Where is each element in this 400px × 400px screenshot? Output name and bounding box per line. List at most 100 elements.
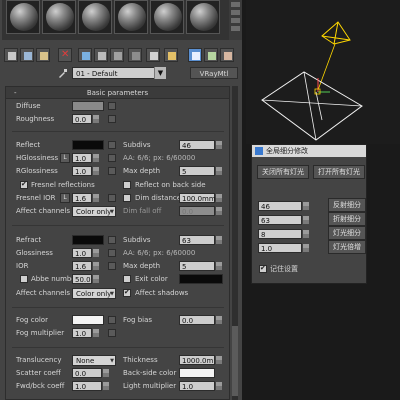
go-sibling-button[interactable]: [220, 48, 234, 62]
affect-shadows-label: Affect shadows: [135, 289, 189, 297]
rglossiness-spinner[interactable]: 1.0: [72, 166, 99, 176]
sample-slot-4[interactable]: [114, 0, 148, 34]
abbe-number-spinner[interactable]: 50.0: [72, 274, 99, 284]
close-all-lights-button[interactable]: 关闭所有灯光: [257, 165, 309, 179]
dim-distance-spinner[interactable]: 100.0mm: [179, 193, 222, 203]
perspective-viewport[interactable]: [246, 0, 400, 144]
abbe-number-checkbox[interactable]: [20, 275, 28, 283]
dim-falloff-label: Dim fall off: [123, 207, 162, 215]
delete-icon: ✕: [61, 49, 70, 60]
reflect-max-depth-spinner[interactable]: 5: [179, 166, 222, 176]
rollout-scrollbar[interactable]: [232, 86, 238, 400]
assign-material-button[interactable]: [36, 48, 50, 62]
get-material-button[interactable]: [4, 48, 18, 62]
lock-glossiness-button[interactable]: L: [60, 153, 70, 163]
refract-subdivs-spinner[interactable]: 63: [179, 235, 222, 245]
make-unique-button[interactable]: [94, 48, 108, 62]
show-map-button[interactable]: [188, 48, 202, 62]
affect-shadows-checkbox[interactable]: [123, 288, 131, 297]
back-side-color-swatch[interactable]: [179, 368, 215, 378]
fog-multiplier-spinner[interactable]: 1.0: [72, 328, 99, 338]
roughness-map-button[interactable]: [108, 115, 116, 123]
diffuse-map-button[interactable]: [108, 102, 116, 110]
scrollbar-thumb[interactable]: [232, 326, 238, 396]
refract-subdiv-button[interactable]: 折射细分: [328, 212, 366, 226]
sample-slot-6[interactable]: [186, 0, 220, 34]
plane-light-wireframe[interactable]: [261, 71, 363, 141]
material-type-button[interactable]: VRayMtl: [190, 67, 238, 79]
open-all-lights-button[interactable]: 打开所有灯光: [313, 165, 365, 179]
rollout-header[interactable]: Basic parameters -: [6, 87, 229, 99]
refract-glossiness-spinner[interactable]: 1.0: [72, 248, 99, 258]
hglossiness-map-button[interactable]: [108, 154, 116, 162]
reflect-map-button[interactable]: [108, 141, 116, 149]
lock-ior-button[interactable]: L: [60, 193, 70, 203]
put-to-library-button[interactable]: [110, 48, 124, 62]
unique-icon: [98, 52, 106, 60]
light-multiplier-spinner[interactable]: 1.0: [179, 381, 222, 391]
refract-map-button[interactable]: [108, 236, 116, 244]
reflect-color-swatch[interactable]: [72, 140, 104, 150]
material-id-icon: [132, 52, 140, 60]
material-name-field[interactable]: 01 - Default: [72, 67, 166, 79]
go-parent-button[interactable]: [204, 48, 218, 62]
exit-color-swatch[interactable]: [179, 274, 223, 284]
go-parent-icon: [208, 52, 216, 60]
fresnel-reflections-label: Fresnel reflections: [31, 181, 95, 189]
fog-color-swatch[interactable]: [72, 315, 104, 325]
light-multiplier-spinner[interactable]: 1.0: [258, 243, 309, 253]
reflect-subdivs-spinner[interactable]: 46: [179, 140, 222, 150]
sample-slot-1[interactable]: [6, 0, 40, 34]
refract-glossiness-map-button[interactable]: [108, 249, 116, 257]
roughness-spinner[interactable]: 0.0: [72, 114, 99, 124]
exit-color-checkbox[interactable]: [123, 275, 131, 283]
dim-falloff-spinner[interactable]: 0.0: [179, 206, 222, 216]
reflect-back-side-checkbox[interactable]: [123, 181, 131, 189]
material-id-button[interactable]: [128, 48, 142, 62]
reflect-affect-channels-dropdown[interactable]: Color only: [72, 206, 116, 217]
light-subdiv-button[interactable]: 灯光细分: [328, 226, 366, 240]
fog-color-map-button[interactable]: [108, 316, 116, 324]
light-multiplier-button[interactable]: 灯光倍增: [328, 240, 366, 254]
fresnel-ior-map-button[interactable]: [108, 194, 116, 202]
material-name-dropdown-arrow[interactable]: ▼: [154, 67, 166, 79]
remember-settings-checkbox[interactable]: [259, 264, 267, 273]
fresnel-reflections-checkbox[interactable]: [20, 180, 28, 189]
sample-slot-2[interactable]: [42, 0, 76, 34]
scatter-coeff-spinner[interactable]: 0.0: [72, 368, 109, 378]
translucency-dropdown[interactable]: None: [72, 355, 116, 366]
show-end-result-button[interactable]: [164, 48, 178, 62]
ior-map-button[interactable]: [108, 262, 116, 270]
dim-distance-checkbox[interactable]: [123, 194, 131, 202]
side-tool-button[interactable]: [231, 10, 240, 15]
side-tool-button[interactable]: [231, 26, 240, 31]
reset-map-button[interactable]: ✕: [58, 48, 72, 62]
light-target-icon[interactable]: [321, 21, 351, 45]
fog-bias-spinner[interactable]: 0.0: [179, 315, 222, 325]
fwd-bck-coeff-spinner[interactable]: 1.0: [72, 381, 109, 391]
refract-subdiv-spinner[interactable]: 63: [258, 215, 309, 225]
copy-material-button[interactable]: [78, 48, 92, 62]
side-tool-button[interactable]: [231, 2, 240, 7]
reflect-subdiv-button[interactable]: 反射细分: [328, 198, 366, 212]
ior-spinner[interactable]: 1.6: [72, 261, 99, 271]
hglossiness-spinner[interactable]: 1.0: [72, 153, 99, 163]
put-to-scene-button[interactable]: [20, 48, 34, 62]
eyedropper-icon[interactable]: [58, 68, 68, 78]
diffuse-color-swatch[interactable]: [72, 101, 104, 111]
sample-slot-3[interactable]: [78, 0, 112, 34]
refract-affect-channels-dropdown[interactable]: Color only: [72, 288, 116, 299]
fog-multiplier-map-button[interactable]: [108, 329, 116, 337]
refract-max-depth-spinner[interactable]: 5: [179, 261, 222, 271]
light-subdiv-spinner[interactable]: 8: [258, 229, 309, 239]
rglossiness-map-button[interactable]: [108, 167, 116, 175]
sample-sphere-icon: [82, 3, 110, 31]
show-shaded-button[interactable]: [146, 48, 160, 62]
refract-color-swatch[interactable]: [72, 235, 104, 245]
sample-slot-5[interactable]: [150, 0, 184, 34]
side-tool-button[interactable]: [231, 18, 240, 23]
reflect-subdiv-spinner[interactable]: 46: [258, 201, 309, 211]
fog-bias-label: Fog bias: [123, 316, 153, 324]
thickness-spinner[interactable]: 1000.0m: [179, 355, 222, 365]
fresnel-ior-spinner[interactable]: 1.6: [72, 193, 99, 203]
